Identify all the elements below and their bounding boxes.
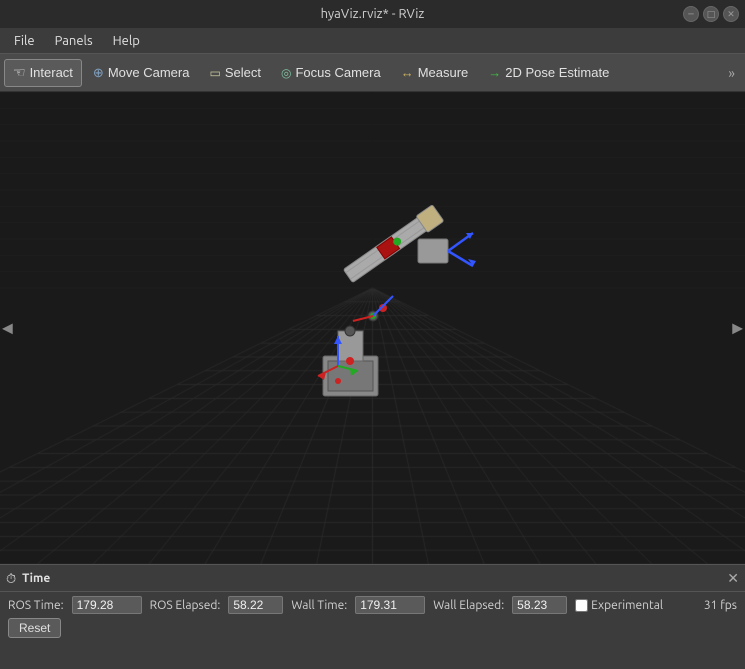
menu-help[interactable]: Help bbox=[103, 32, 150, 50]
robot-svg bbox=[263, 196, 483, 416]
ros-time-input[interactable] bbox=[72, 596, 142, 614]
bottom-bar: ROS Time: ROS Elapsed: Wall Time: Wall E… bbox=[0, 592, 745, 652]
interact-tool-button[interactable]: Interact bbox=[4, 59, 82, 87]
reset-button[interactable]: Reset bbox=[8, 618, 61, 638]
experimental-checkbox-label[interactable]: Experimental bbox=[575, 599, 663, 612]
wall-elapsed-input[interactable] bbox=[512, 596, 567, 614]
move-camera-tool-label: Move Camera bbox=[108, 65, 190, 80]
toolbar: Interact ⊕ Move Camera ▭ Select ◎ Focus … bbox=[0, 54, 745, 92]
interact-tool-label: Interact bbox=[30, 65, 73, 80]
measure-tool-button[interactable]: ↔ Measure bbox=[392, 59, 478, 87]
hand-icon bbox=[13, 64, 26, 81]
menubar: File Panels Help bbox=[0, 28, 745, 54]
time-row: ROS Time: ROS Elapsed: Wall Time: Wall E… bbox=[8, 596, 737, 614]
reset-row: Reset bbox=[8, 618, 737, 638]
experimental-label: Experimental bbox=[591, 599, 663, 612]
close-button[interactable]: ✕ bbox=[723, 6, 739, 22]
experimental-checkbox[interactable] bbox=[575, 599, 588, 612]
pose-estimate-tool-button[interactable]: → 2D Pose Estimate bbox=[479, 59, 618, 87]
wall-time-label: Wall Time: bbox=[291, 599, 347, 612]
titlebar: hyaViz.rviz* - RViz ─ □ ✕ bbox=[0, 0, 745, 28]
ros-time-label: ROS Time: bbox=[8, 599, 64, 612]
menu-panels[interactable]: Panels bbox=[45, 32, 103, 50]
wall-elapsed-label: Wall Elapsed: bbox=[433, 599, 504, 612]
ros-elapsed-input[interactable] bbox=[228, 596, 283, 614]
select-icon: ▭ bbox=[209, 66, 220, 80]
close-time-panel-button[interactable]: ✕ bbox=[727, 570, 739, 587]
fps-display: 31 fps bbox=[704, 599, 737, 612]
robot-visualization bbox=[263, 196, 483, 416]
ros-elapsed-label: ROS Elapsed: bbox=[150, 599, 221, 612]
menu-file[interactable]: File bbox=[4, 32, 45, 50]
maximize-button[interactable]: □ bbox=[703, 6, 719, 22]
clock-icon bbox=[6, 570, 16, 587]
window-title: hyaViz.rviz* - RViz bbox=[321, 7, 425, 21]
right-arrow[interactable]: ▶ bbox=[732, 320, 743, 337]
window-controls: ─ □ ✕ bbox=[683, 6, 739, 22]
minimize-button[interactable]: ─ bbox=[683, 6, 699, 22]
move-camera-tool-button[interactable]: ⊕ Move Camera bbox=[84, 59, 199, 87]
status-bar: Time ✕ bbox=[0, 564, 745, 592]
pose-estimate-tool-label: 2D Pose Estimate bbox=[505, 65, 609, 80]
move-camera-icon: ⊕ bbox=[93, 65, 104, 81]
more-tools-button[interactable]: » bbox=[722, 62, 741, 84]
left-arrow[interactable]: ◀ bbox=[2, 320, 13, 337]
focus-camera-tool-label: Focus Camera bbox=[295, 65, 380, 80]
focus-camera-tool-button[interactable]: ◎ Focus Camera bbox=[272, 59, 390, 87]
measure-tool-label: Measure bbox=[418, 65, 469, 80]
focus-camera-icon: ◎ bbox=[281, 66, 291, 80]
select-tool-label: Select bbox=[225, 65, 261, 80]
measure-icon: ↔ bbox=[401, 65, 414, 80]
time-panel-title: Time bbox=[22, 572, 50, 585]
3d-viewport[interactable]: ◀ ▶ bbox=[0, 92, 745, 564]
select-tool-button[interactable]: ▭ Select bbox=[200, 59, 269, 87]
wall-time-input[interactable] bbox=[355, 596, 425, 614]
pose-estimate-icon: → bbox=[488, 65, 501, 80]
